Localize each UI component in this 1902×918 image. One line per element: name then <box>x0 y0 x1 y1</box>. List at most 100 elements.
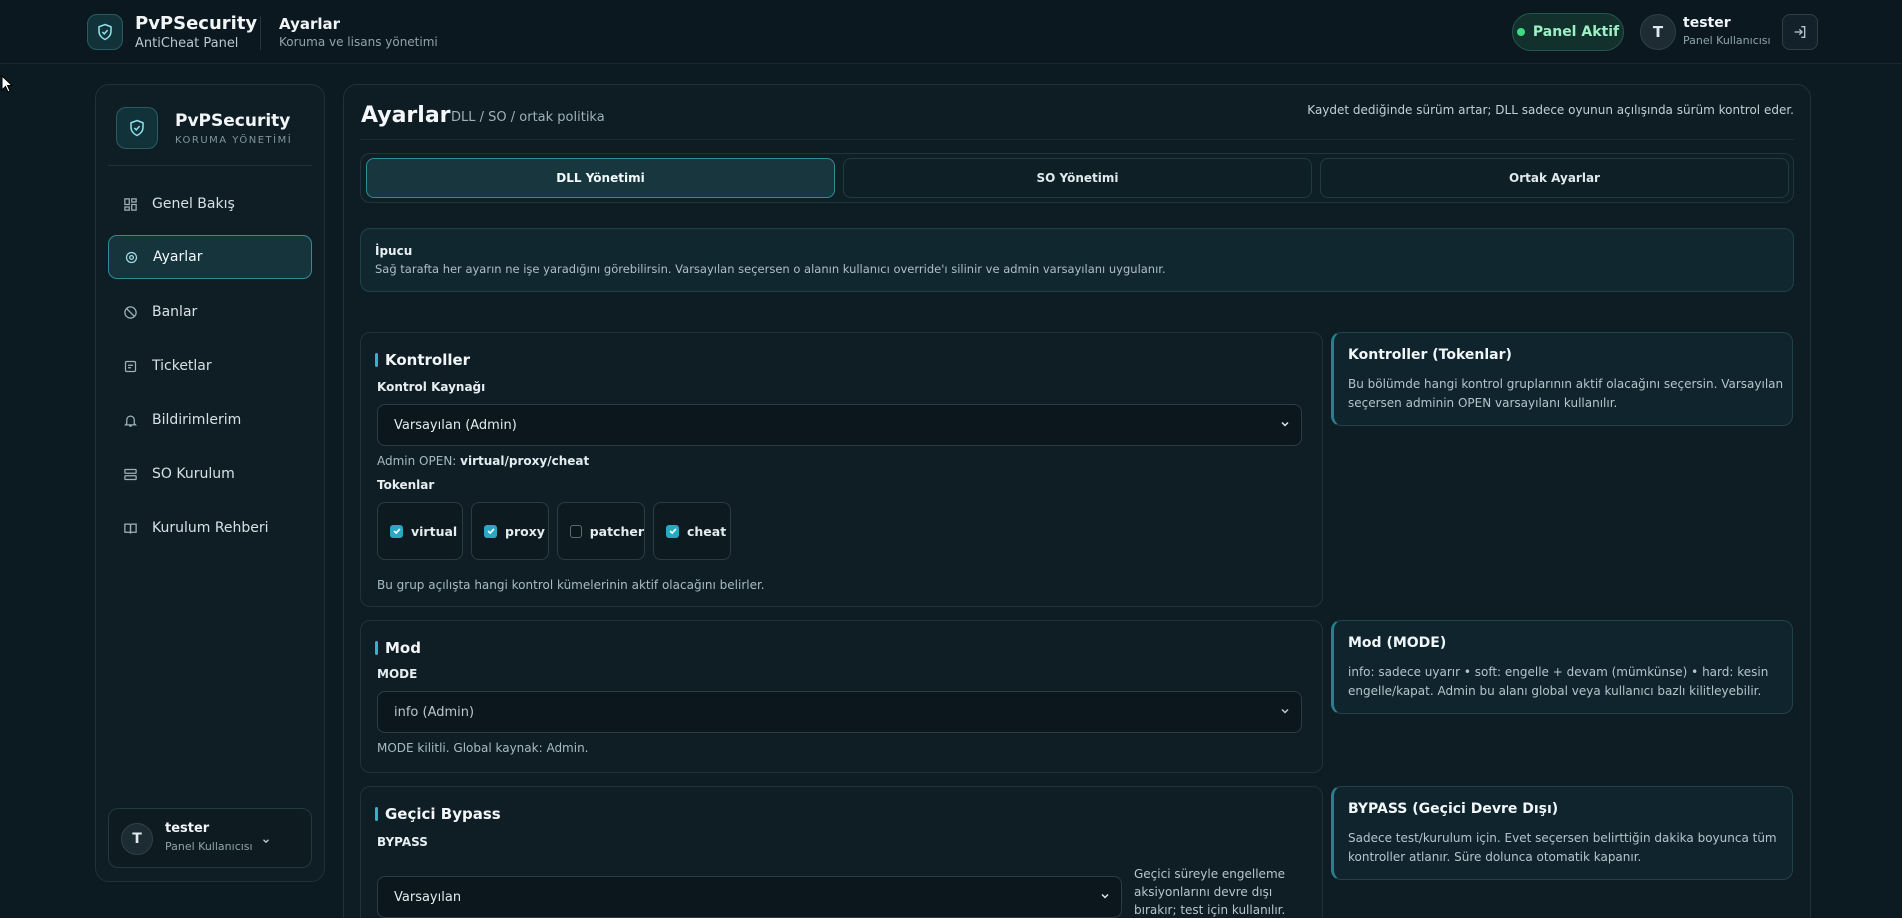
info-card-kontroller: Kontroller (Tokenlar) Bu bölümde hangi k… <box>1331 332 1793 426</box>
token-cheat-checkbox[interactable]: cheat <box>653 502 731 560</box>
token-proxy-checkbox[interactable]: proxy <box>471 502 549 560</box>
sidebar-item-label: Banlar <box>152 304 198 320</box>
logout-button[interactable] <box>1782 14 1818 50</box>
save-hint: Kaydet dediğinde sürüm artar; DLL sadece… <box>1307 103 1794 117</box>
top-bar: PvPSecurity AntiCheat Panel Ayarlar Koru… <box>0 0 1902 64</box>
bypass-select[interactable]: Varsayılan <box>377 876 1122 918</box>
tab-ortak-ayarlar[interactable]: Ortak Ayarlar <box>1320 158 1789 198</box>
sidebar-item-label: SO Kurulum <box>152 466 235 482</box>
sidebar: PvPSecurity KORUMA YÖNETİMİ Genel Bakış … <box>95 84 325 882</box>
settings-title: Ayarlar <box>361 103 451 128</box>
sidebar-user-name: tester <box>165 821 210 836</box>
checkbox-checked-icon <box>390 524 403 538</box>
info-text: Sadece test/kurulum için. Evet seçersen … <box>1348 831 1777 864</box>
page-title: Ayarlar <box>279 15 341 33</box>
bypass-card: Geçici Bypass BYPASS Varsayılan Geçici s… <box>360 786 1323 918</box>
sidebar-item-bildirimlerim[interactable]: Bildirimlerim <box>108 398 312 442</box>
token-patcher-checkbox[interactable]: patcher <box>557 502 645 560</box>
mode-label: MODE <box>377 667 418 681</box>
sidebar-brand-subtitle: KORUMA YÖNETİMİ <box>175 135 293 146</box>
sidebar-divider <box>108 165 312 166</box>
sidebar-item-label: Ayarlar <box>153 249 203 265</box>
mod-card: Mod MODE info (Admin) MODE kilitli. Glob… <box>360 620 1323 773</box>
select-value: Varsayılan <box>394 889 462 905</box>
mode-select[interactable]: info (Admin) <box>377 691 1302 733</box>
bypass-label: BYPASS <box>377 835 428 849</box>
sidebar-item-kurulum-rehberi[interactable]: Kurulum Rehberi <box>108 506 312 550</box>
chevron-down-icon <box>1279 705 1291 721</box>
brand-title: PvPSecurity <box>135 13 258 34</box>
ban-icon <box>122 304 138 320</box>
mode-note: MODE kilitli. Global kaynak: Admin. <box>377 741 589 755</box>
status-label: Panel Aktif <box>1532 24 1620 40</box>
kontroller-title: Kontroller <box>375 351 470 369</box>
sidebar-user-role: Panel Kullanıcısı <box>165 840 253 853</box>
info-card-mod: Mod (MODE) info: sadece uyarır • soft: e… <box>1331 620 1793 714</box>
tip-box: İpucu Sağ tarafta her ayarın ne işe yara… <box>360 228 1794 292</box>
gear-icon <box>123 249 139 265</box>
bell-icon <box>122 412 138 428</box>
info-title: Mod (MODE) <box>1348 635 1447 651</box>
bypass-title: Geçici Bypass <box>375 805 501 823</box>
admin-open-prefix: Admin OPEN: <box>377 454 457 468</box>
ticket-icon <box>122 358 138 374</box>
shield-check-icon <box>87 14 123 50</box>
settings-panel: Ayarlar DLL / SO / ortak politika Kaydet… <box>343 84 1811 918</box>
grid-icon <box>122 196 138 212</box>
breadcrumb: DLL / SO / ortak politika <box>451 110 605 125</box>
kontrol-kaynagi-label: Kontrol Kaynağı <box>377 380 486 394</box>
mouse-cursor-icon <box>1 74 14 97</box>
sidebar-item-so-kurulum[interactable]: SO Kurulum <box>108 452 312 496</box>
brand-subtitle: AntiCheat Panel <box>135 36 239 51</box>
avatar: T <box>121 823 153 855</box>
kontroller-footnote: Bu grup açılışta hangi kontrol kümelerin… <box>377 578 765 592</box>
settings-tabs: DLL Yönetimi SO Yönetimi Ortak Ayarlar <box>360 153 1794 203</box>
mod-title: Mod <box>375 639 421 657</box>
info-text: info: sadece uyarır • soft: engelle + de… <box>1348 665 1769 698</box>
token-label: virtual <box>411 523 458 539</box>
user-role: Panel Kullanıcısı <box>1683 34 1771 47</box>
topbar-divider <box>260 16 261 50</box>
logout-icon <box>1794 26 1806 38</box>
sidebar-item-label: Bildirimlerim <box>152 412 242 428</box>
tab-so-yonetimi[interactable]: SO Yönetimi <box>843 158 1312 198</box>
sidebar-item-label: Kurulum Rehberi <box>152 520 269 536</box>
checkbox-unchecked-icon <box>570 524 582 538</box>
sidebar-item-ayarlar[interactable]: Ayarlar <box>108 235 312 279</box>
checkbox-checked-icon <box>666 524 679 538</box>
token-label: cheat <box>687 523 727 539</box>
sidebar-item-label: Ticketlar <box>152 358 212 374</box>
sidebar-item-banlar[interactable]: Banlar <box>108 290 312 334</box>
avatar[interactable]: T <box>1640 14 1676 50</box>
status-dot-icon <box>1516 28 1525 36</box>
shield-check-icon <box>116 107 158 149</box>
select-value: Varsayılan (Admin) <box>394 417 517 433</box>
tokenlar-label: Tokenlar <box>377 478 435 492</box>
page-subtitle: Koruma ve lisans yönetimi <box>279 35 438 49</box>
sidebar-user-menu[interactable]: T tester Panel Kullanıcısı <box>108 808 312 868</box>
server-icon <box>122 466 138 482</box>
book-icon <box>122 520 138 536</box>
panel-status-badge: Panel Aktif <box>1512 13 1624 51</box>
user-name: tester <box>1683 15 1731 31</box>
info-card-bypass: BYPASS (Geçici Devre Dışı) Sadece test/k… <box>1331 786 1793 880</box>
tab-dll-yonetimi[interactable]: DLL Yönetimi <box>366 158 835 198</box>
kontrol-kaynagi-select[interactable]: Varsayılan (Admin) <box>377 404 1302 446</box>
admin-open-note: Admin OPEN: virtual/proxy/cheat <box>377 454 589 468</box>
sidebar-item-genel-bakis[interactable]: Genel Bakış <box>108 182 312 226</box>
chevron-down-icon <box>1279 418 1291 434</box>
token-virtual-checkbox[interactable]: virtual <box>377 502 463 560</box>
header-divider <box>360 139 1794 140</box>
info-text: Bu bölümde hangi kontrol gruplarının akt… <box>1348 377 1784 410</box>
chevron-down-icon <box>261 831 271 850</box>
sidebar-item-ticketlar[interactable]: Ticketlar <box>108 344 312 388</box>
admin-open-value: virtual/proxy/cheat <box>460 454 590 468</box>
checkbox-checked-icon <box>484 524 497 538</box>
select-value: info (Admin) <box>394 704 475 720</box>
token-label: proxy <box>505 523 545 539</box>
bypass-side-note: Geçici süreyle engelleme aksiyonlarını d… <box>1134 867 1286 917</box>
tip-title: İpucu <box>375 244 413 258</box>
tip-text: Sağ tarafta her ayarın ne işe yaradığını… <box>375 262 1166 276</box>
chevron-down-icon <box>1099 890 1111 906</box>
kontroller-card: Kontroller Kontrol Kaynağı Varsayılan (A… <box>360 332 1323 607</box>
